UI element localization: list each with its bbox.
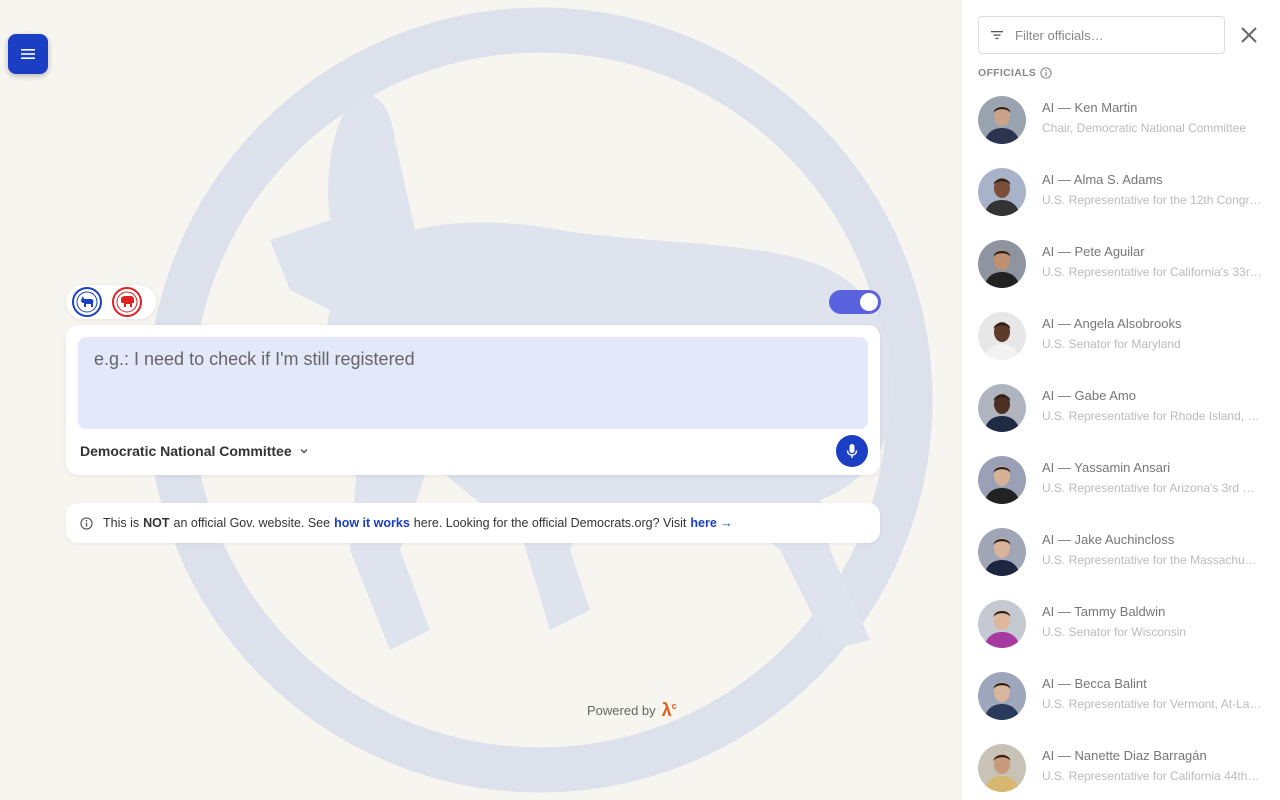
powered-by: Powered by λc (587, 700, 677, 721)
officials-sidebar: OFFICIALS AI — Ken Martin Chair, Democrat… (961, 0, 1280, 800)
official-name: AI — Pete Aguilar (1042, 244, 1145, 259)
official-item[interactable]: AI — Alma S. Adams U.S. Representative fo… (978, 168, 1278, 240)
official-name: AI — Ken Martin (1042, 100, 1138, 115)
official-role: U.S. Senator for Wisconsin (1042, 625, 1187, 639)
official-info: AI — Tammy Baldwin U.S. Senator for Wisco… (1042, 600, 1262, 639)
official-role: U.S. Representative for Rhode Island, 1s… (1042, 409, 1262, 423)
official-item[interactable]: AI — Nanette Diaz Barragán U.S. Represent… (978, 744, 1278, 800)
avatar (978, 384, 1026, 432)
avatar (978, 312, 1026, 360)
microphone-button[interactable] (836, 435, 868, 467)
official-role: U.S. Representative for Vermont, At-Larg… (1042, 697, 1262, 711)
menu-button[interactable] (8, 34, 48, 74)
avatar (978, 456, 1026, 504)
avatar (978, 528, 1026, 576)
how-it-works-link[interactable]: how it works (334, 516, 410, 530)
official-info: AI — Alma S. Adams U.S. Representative fo… (1042, 168, 1262, 207)
democrat-party-button[interactable] (72, 287, 102, 317)
official-info: AI — Becca Balint U.S. Representative for… (1042, 672, 1262, 711)
official-name: AI — Yassamin Ansari (1042, 460, 1171, 475)
official-role: U.S. Representative for California's 33r… (1042, 265, 1262, 279)
republican-party-button[interactable] (112, 287, 142, 317)
party-switcher (66, 285, 156, 319)
official-info: AI — Yassamin Ansari U.S. Representative … (1042, 456, 1262, 495)
info-icon (80, 516, 93, 530)
filter-input[interactable] (1015, 27, 1205, 43)
powered-by-label: Powered by (587, 703, 656, 718)
officials-list: AI — Ken Martin Chair, Democratic Nationa… (978, 96, 1278, 800)
official-name: AI — Nanette Diaz Barragán (1042, 748, 1207, 763)
microphone-icon (846, 444, 858, 458)
toggle-knob (860, 293, 878, 311)
notice-mid: an official Gov. website. See (173, 516, 331, 530)
official-info: AI — Jake Auchincloss U.S. Representative… (1042, 528, 1262, 567)
official-role: U.S. Representative for the 12th Congres… (1042, 193, 1262, 207)
close-icon[interactable] (1239, 25, 1259, 45)
avatar (978, 96, 1026, 144)
official-role: U.S. Senator for Maryland (1042, 337, 1181, 351)
official-name: AI — Gabe Amo (1042, 388, 1136, 403)
menu-icon (21, 49, 35, 59)
disclaimer-notice: This is NOT an official Gov. website. Se… (66, 503, 880, 543)
organization-select[interactable]: Democratic National Committee (80, 443, 310, 459)
official-item[interactable]: AI — Gabe Amo U.S. Representative for Rho… (978, 384, 1278, 456)
organization-label: Democratic National Committee (80, 443, 292, 459)
official-name: AI — Becca Balint (1042, 676, 1147, 691)
official-info: AI — Nanette Diaz Barragán U.S. Represent… (1042, 744, 1262, 783)
official-item[interactable]: AI — Jake Auchincloss U.S. Representative… (978, 528, 1278, 600)
avatar (978, 672, 1026, 720)
chat-card: Democratic National Committee (66, 325, 880, 475)
notice-mid2: here. Looking for the official Democrats… (413, 516, 687, 530)
official-role: U.S. Representative for Arizona's 3rd Di… (1042, 481, 1262, 495)
info-icon[interactable] (1040, 67, 1052, 79)
notice-not: NOT (143, 516, 170, 530)
avatar (978, 744, 1026, 792)
official-name: AI — Alma S. Adams (1042, 172, 1163, 187)
official-item[interactable]: AI — Becca Balint U.S. Representative for… (978, 672, 1278, 744)
chevron-down-icon (300, 448, 308, 454)
official-role: Chair, Democratic National Committee (1042, 121, 1247, 135)
official-info: AI — Ken Martin Chair, Democratic Nationa… (1042, 96, 1262, 135)
mode-toggle[interactable] (829, 290, 881, 314)
official-item[interactable]: AI — Tammy Baldwin U.S. Senator for Wisco… (978, 600, 1278, 672)
officials-heading: OFFICIALS (978, 67, 1052, 79)
filter-icon (991, 31, 1003, 40)
lambda-logo[interactable]: λc (662, 700, 677, 721)
official-role: U.S. Representative for California 44th … (1042, 769, 1262, 783)
official-item[interactable]: AI — Ken Martin Chair, Democratic Nationa… (978, 96, 1278, 168)
avatar (978, 600, 1026, 648)
notice-prefix: This is (103, 516, 140, 530)
official-info: AI — Angela Alsobrooks U.S. Senator for M… (1042, 312, 1262, 351)
official-role: U.S. Representative for the Massachusett… (1042, 553, 1262, 567)
official-info: AI — Gabe Amo U.S. Representative for Rho… (1042, 384, 1262, 423)
official-item[interactable]: AI — Yassamin Ansari U.S. Representative … (978, 456, 1278, 528)
chat-input[interactable] (78, 337, 868, 429)
official-item[interactable]: AI — Angela Alsobrooks U.S. Senator for M… (978, 312, 1278, 384)
official-name: AI — Angela Alsobrooks (1042, 316, 1182, 331)
avatar (978, 168, 1026, 216)
democrats-org-link[interactable]: here → (690, 516, 732, 530)
official-item[interactable]: AI — Pete Aguilar U.S. Representative for… (978, 240, 1278, 312)
filter-box (978, 16, 1225, 54)
avatar (978, 240, 1026, 288)
official-info: AI — Pete Aguilar U.S. Representative for… (1042, 240, 1262, 279)
elephant-icon (116, 291, 138, 313)
donkey-icon (76, 291, 98, 313)
official-name: AI — Jake Auchincloss (1042, 532, 1175, 547)
official-name: AI — Tammy Baldwin (1042, 604, 1166, 619)
